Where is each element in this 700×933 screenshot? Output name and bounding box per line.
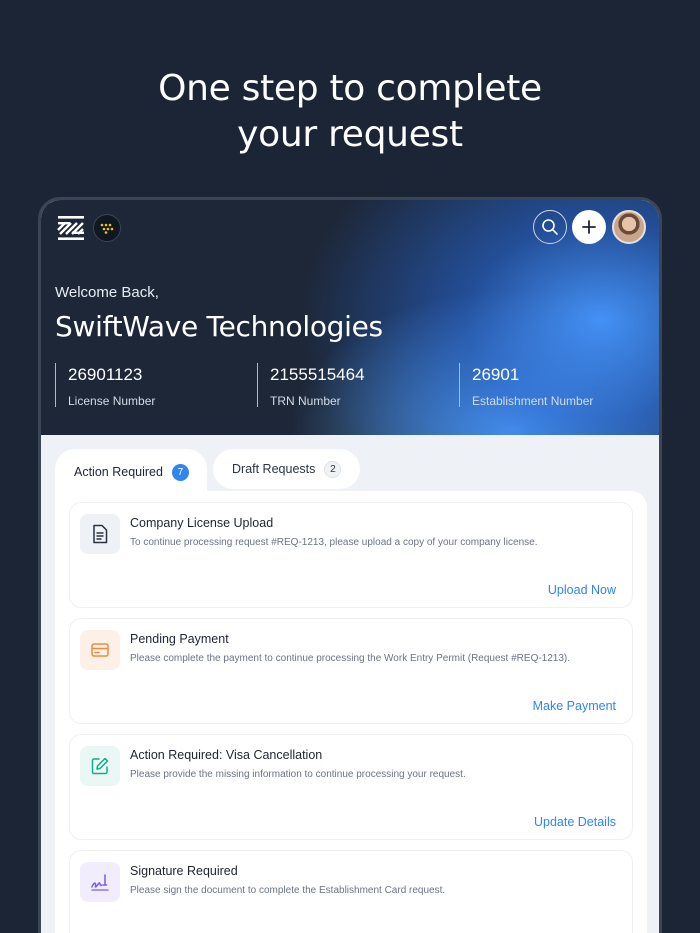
item-title: Signature Required (130, 864, 238, 878)
upload-now-link[interactable]: Upload Now (548, 583, 616, 597)
stat-label: TRN Number (270, 394, 341, 408)
headline-line-1: One step to complete (158, 68, 542, 109)
stat-label: Establishment Number (472, 394, 594, 408)
update-details-link[interactable]: Update Details (534, 815, 616, 829)
stat-label: License Number (68, 394, 156, 408)
list-item: Action Required: Visa Cancellation Pleas… (69, 734, 633, 840)
tab-label: Action Required (74, 465, 163, 479)
search-button[interactable] (533, 210, 567, 244)
user-avatar[interactable] (612, 210, 646, 244)
list-item: Pending Payment Please complete the paym… (69, 618, 633, 724)
dotted-badge-icon[interactable] (93, 214, 121, 242)
count-badge: 7 (171, 463, 189, 481)
document-icon (80, 514, 120, 554)
item-title: Action Required: Visa Cancellation (130, 748, 323, 762)
item-description: To continue processing request #REQ-1213… (130, 537, 538, 548)
tab-draft-requests[interactable]: Draft Requests 2 (213, 449, 360, 489)
item-description: Please complete the payment to continue … (130, 653, 571, 664)
make-payment-link[interactable]: Make Payment (533, 699, 616, 713)
count-badge: 2 (324, 460, 342, 478)
welcome-text: Welcome Back, (55, 284, 159, 301)
stat-value: 2155515464 (270, 365, 365, 384)
item-title: Pending Payment (130, 632, 229, 646)
item-description: Please sign the document to complete the… (130, 885, 446, 896)
item-description: Please provide the missing information t… (130, 769, 466, 780)
edit-icon (80, 746, 120, 786)
action-list: Company License Upload To continue proce… (55, 491, 647, 933)
stat-license: 26901123 License Number (55, 363, 156, 408)
plus-icon (582, 220, 596, 234)
headline-line-2: your request (237, 114, 463, 155)
request-tabs: Action Required 7 Draft Requests 2 (55, 449, 645, 495)
search-icon (542, 219, 558, 235)
tablet-frame: Welcome Back, SwiftWave Technologies 269… (38, 197, 662, 933)
hero-header: Welcome Back, SwiftWave Technologies 269… (41, 200, 659, 435)
headline: One step to complete your request (0, 66, 700, 158)
stat-value: 26901 (472, 365, 520, 384)
list-item: Company License Upload To continue proce… (69, 502, 633, 608)
company-name: SwiftWave Technologies (55, 310, 383, 343)
stat-trn: 2155515464 TRN Number (257, 363, 365, 408)
add-button[interactable] (572, 210, 606, 244)
stat-establishment: 26901 Establishment Number (459, 363, 594, 408)
tab-label: Draft Requests (232, 462, 316, 476)
tab-action-required[interactable]: Action Required 7 (55, 449, 207, 495)
list-item: Signature Required Please sign the docum… (69, 850, 633, 933)
stat-value: 26901123 (68, 365, 143, 384)
item-title: Company License Upload (130, 516, 274, 530)
striped-logo-icon[interactable] (57, 214, 85, 242)
signature-icon (80, 862, 120, 902)
credit-card-icon (80, 630, 120, 670)
